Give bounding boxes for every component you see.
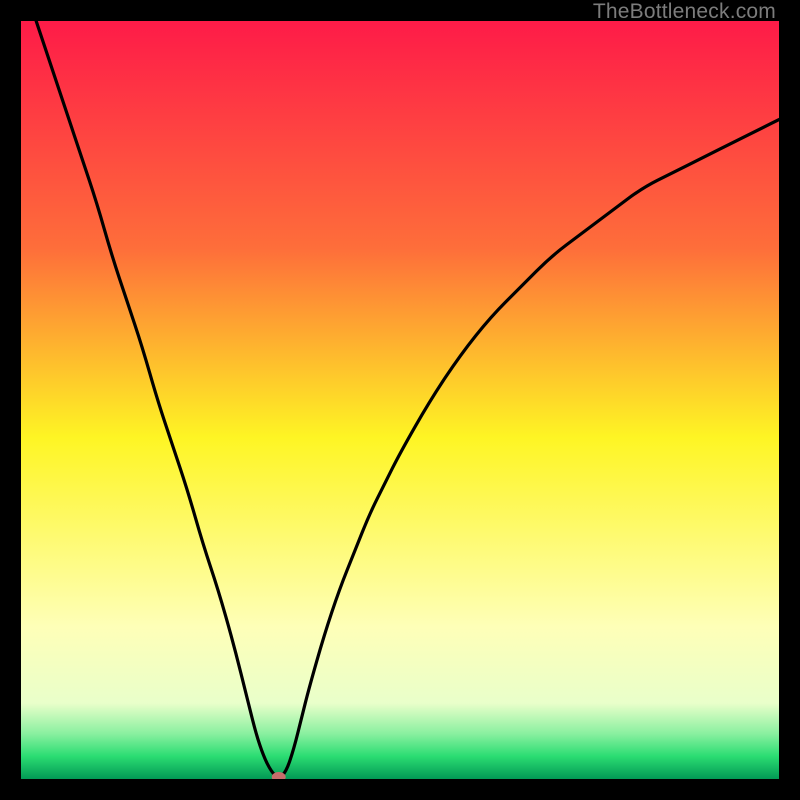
bottleneck-chart [21,21,779,779]
watermark-text: TheBottleneck.com [593,0,776,24]
gradient-background [21,21,779,779]
chart-frame [21,21,779,779]
